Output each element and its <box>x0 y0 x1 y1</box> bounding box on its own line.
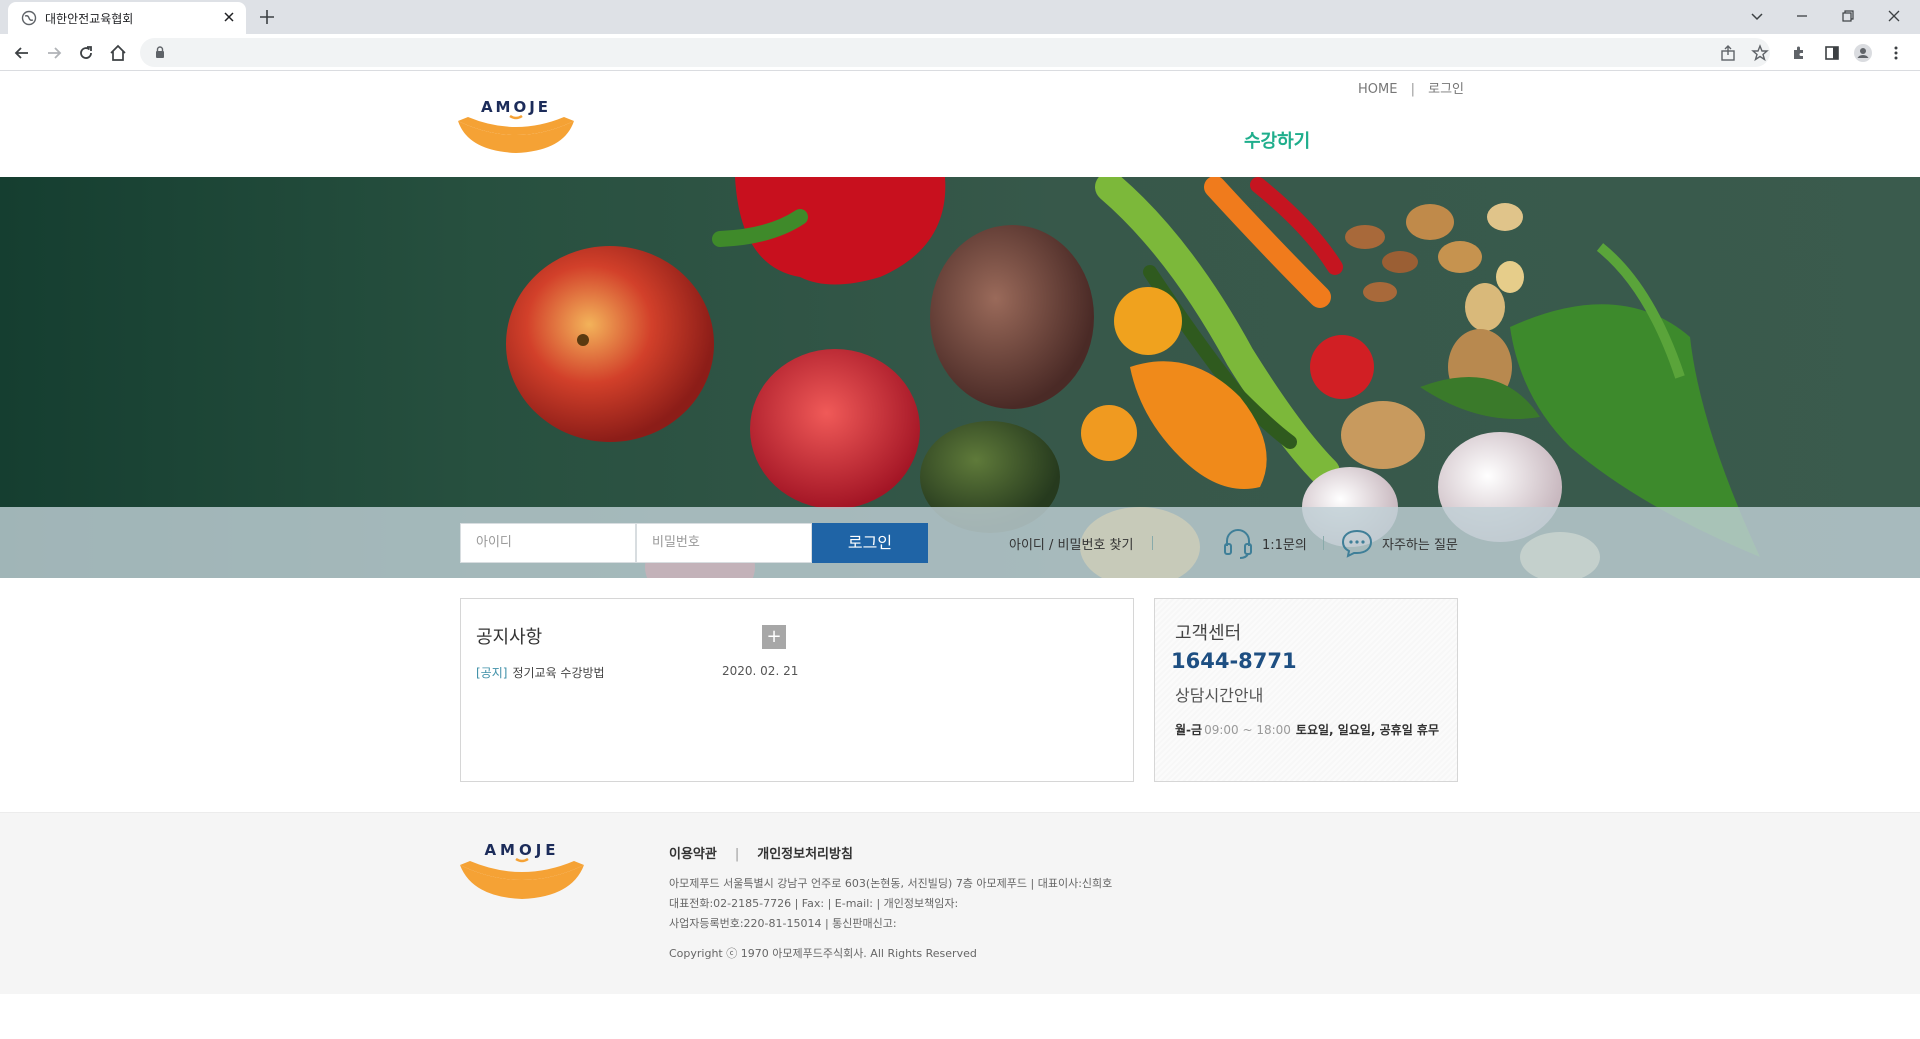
utility-separator: | <box>1410 82 1415 97</box>
login-strip: 아이디 비밀번호 로그인 아이디 / 비밀번호 찾기 1:1문의 자주하는 질문 <box>0 507 1920 578</box>
utility-links: HOME | 로그인 <box>1358 78 1464 97</box>
share-icon[interactable] <box>1718 43 1738 63</box>
notice-tag: [공지] <box>476 666 508 680</box>
footer: AMOJE 이용약관 | 개인정보처리방침 아모제푸드 서울특별시 강남구 언주로 … <box>0 812 1920 994</box>
find-account-link[interactable]: 아이디 / 비밀번호 찾기 <box>1009 534 1133 553</box>
globe-icon <box>21 10 37 26</box>
privacy-link[interactable]: 개인정보처리방침 <box>757 847 853 862</box>
forward-icon[interactable] <box>44 43 64 63</box>
svg-text:AMOJE: AMOJE <box>484 841 559 859</box>
password-input[interactable]: 비밀번호 <box>636 523 812 563</box>
footer-amoje-logo: AMOJE <box>460 841 584 899</box>
home-link[interactable]: HOME <box>1358 82 1397 97</box>
notice-item-title[interactable]: 정기교육 수강방법 <box>512 666 604 680</box>
browser-toolbar <box>0 34 1920 71</box>
cs-closed: 토요일, 일요일, 공휴일 휴무 <box>1295 723 1440 737</box>
footer-business: 사업자등록번호:220-81-15014 | 통신판매신고: <box>669 917 897 930</box>
terms-link[interactable]: 이용약관 <box>669 847 717 862</box>
id-input[interactable]: 아이디 <box>460 523 636 563</box>
tab-title: 대한안전교육협회 <box>45 12 134 26</box>
lock-icon[interactable] <box>153 45 167 59</box>
site-header: AMOJE HOME | 로그인 수강하기 <box>0 71 1920 177</box>
tab-search-icon[interactable] <box>1746 6 1768 26</box>
inquiry-link[interactable]: 1:1문의 <box>1262 534 1307 553</box>
profile-icon[interactable] <box>1853 43 1873 63</box>
restore-icon[interactable] <box>1837 6 1859 26</box>
extensions-icon[interactable] <box>1789 43 1809 63</box>
cs-phone: 1644-8771 <box>1171 649 1297 673</box>
cs-days: 월-금 <box>1175 723 1203 737</box>
notice-more-button[interactable]: + <box>762 625 786 649</box>
login-link[interactable]: 로그인 <box>1428 78 1464 97</box>
footer-address: 아모제푸드 서울특별시 강남구 언주로 603(논현동, 서진빌딩) 7층 아모… <box>669 877 1113 890</box>
footer-copyright: Copyright ⓒ 1970 아모제푸드주식회사. All Rights R… <box>669 947 977 960</box>
chat-bubble-icon[interactable] <box>1340 526 1374 560</box>
menu-icon[interactable] <box>1886 43 1906 63</box>
faq-link[interactable]: 자주하는 질문 <box>1382 534 1458 553</box>
cs-time: 09:00 ~ 18:00 <box>1204 723 1291 737</box>
reload-icon[interactable] <box>76 43 96 63</box>
bookmark-star-icon[interactable] <box>1750 43 1770 63</box>
customer-center-box: 고객센터 1644-8771 상담시간안내 월-금 09:00 ~ 18:00 토요… <box>1154 598 1458 782</box>
divider <box>1152 536 1153 550</box>
footer-separator: | <box>734 847 740 862</box>
address-bar[interactable] <box>140 38 1770 67</box>
new-tab-icon[interactable] <box>258 8 276 26</box>
browser-tab[interactable]: 대한안전교육협회 <box>8 2 246 34</box>
notice-item[interactable]: [공지] 정기교육 수강방법 <box>476 664 605 681</box>
browser-tab-bar: 대한안전교육협회 <box>0 0 1920 34</box>
divider <box>1323 536 1324 550</box>
back-icon[interactable] <box>12 43 32 63</box>
side-panel-icon[interactable] <box>1822 43 1842 63</box>
footer-contact: 대표전화:02-2185-7726 | Fax: | E-mail: | 개인정… <box>669 897 959 910</box>
window-close-icon[interactable] <box>1883 6 1905 26</box>
footer-links: 이용약관 | 개인정보처리방침 <box>669 843 853 862</box>
login-button[interactable]: 로그인 <box>812 523 928 563</box>
home-icon[interactable] <box>108 43 128 63</box>
cs-hours-title: 상담시간안내 <box>1175 686 1264 705</box>
cs-hours: 월-금 09:00 ~ 18:00 토요일, 일요일, 공휴일 휴무 <box>1175 721 1439 738</box>
notice-box: 공지사항 + [공지] 정기교육 수강방법 2020. 02. 21 <box>460 598 1134 782</box>
amoje-logo[interactable]: AMOJE <box>456 97 576 155</box>
svg-text:AMOJE: AMOJE <box>481 98 551 116</box>
close-tab-icon[interactable] <box>221 9 237 25</box>
headset-icon[interactable] <box>1221 526 1255 560</box>
nav-course[interactable]: 수강하기 <box>1244 127 1310 153</box>
notice-title: 공지사항 <box>476 627 543 648</box>
notice-date: 2020. 02. 21 <box>722 664 799 678</box>
cs-title: 고객센터 <box>1175 623 1242 644</box>
minimize-icon[interactable] <box>1791 6 1813 26</box>
